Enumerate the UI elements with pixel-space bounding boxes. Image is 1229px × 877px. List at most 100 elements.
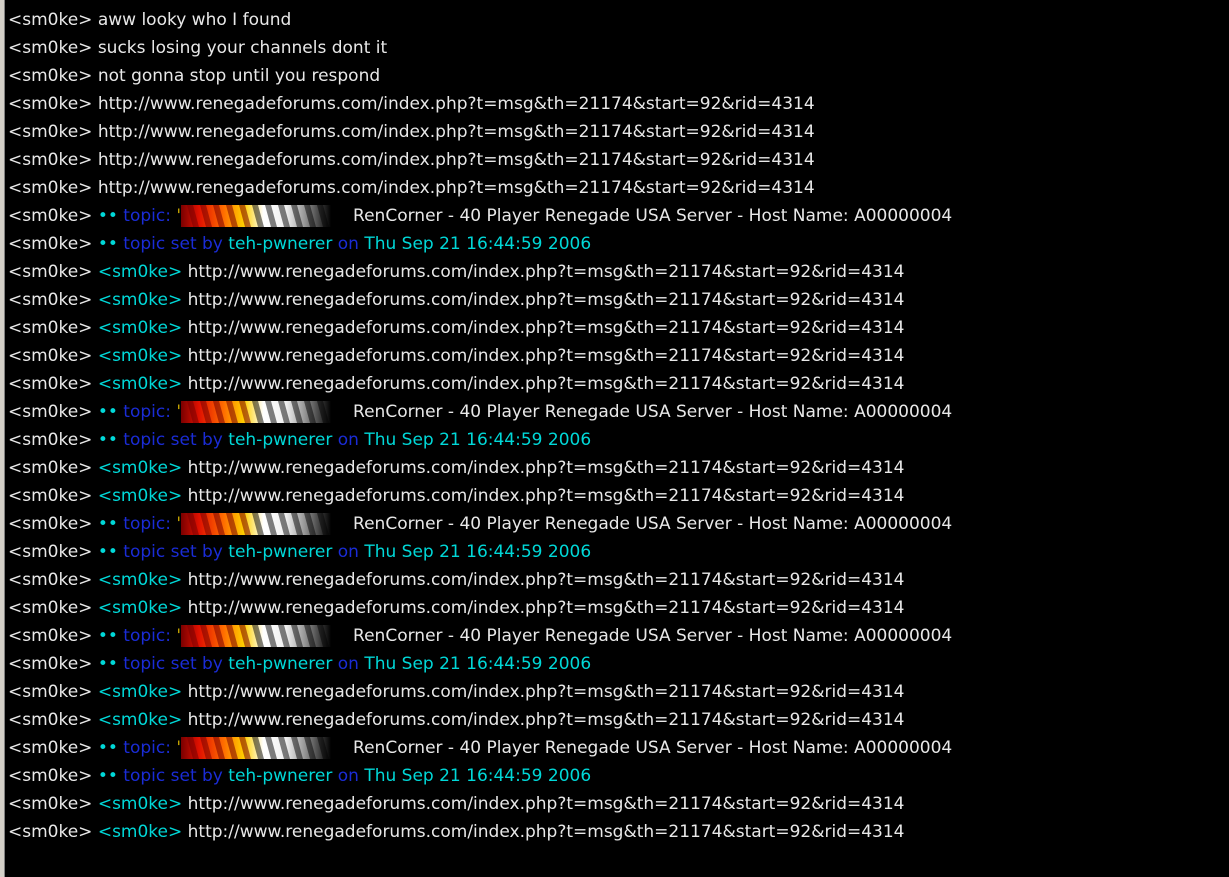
nick-label[interactable]: <sm0ke> [8,570,92,590]
chat-line: <sm0ke> <sm0ke> http://www.renegadeforum… [8,342,1229,370]
topic-set-by-keyword: topic set by [123,542,223,562]
nick-label[interactable]: <sm0ke> [8,598,92,618]
nick-label[interactable]: <sm0ke> [8,794,92,814]
message-text[interactable]: http://www.renegadeforums.com/index.php?… [98,94,815,114]
message-text[interactable]: http://www.renegadeforums.com/index.php?… [188,374,905,394]
nick-label[interactable]: <sm0ke> [8,738,92,758]
message-text[interactable]: not gonna stop until you respond [98,66,380,86]
message-text[interactable]: http://www.renegadeforums.com/index.php?… [98,178,815,198]
nick-label[interactable]: <sm0ke> [8,66,92,86]
nick-label[interactable]: <sm0ke> [8,318,92,338]
nick-label[interactable]: <sm0ke> [8,290,92,310]
message-text[interactable]: http://www.renegadeforums.com/index.php?… [188,794,905,814]
topic-date: Thu Sep 21 16:44:59 2006 [364,542,592,562]
quoted-nick-label[interactable]: <sm0ke> [98,794,182,814]
message-text[interactable]: http://www.renegadeforums.com/index.php?… [188,486,905,506]
bullet-icon: •• [97,402,118,422]
quoted-nick-label[interactable]: <sm0ke> [98,710,182,730]
bullet-icon: •• [97,766,118,786]
chat-line: <sm0ke> •• topic: ' RenCorner - 40 Player… [8,622,1229,650]
message-text[interactable]: http://www.renegadeforums.com/index.php?… [188,262,905,282]
chat-line: <sm0ke> not gonna stop until you respond [8,62,1229,90]
chat-window: <sm0ke> aww looky who I found <sm0ke> suc… [0,0,1229,877]
quoted-nick-label[interactable]: <sm0ke> [98,570,182,590]
nick-label[interactable]: <sm0ke> [8,514,92,534]
message-text[interactable]: http://www.renegadeforums.com/index.php?… [188,598,905,618]
chat-line: <sm0ke> •• topic: ' RenCorner - 40 Player… [8,202,1229,230]
message-text[interactable]: http://www.renegadeforums.com/index.php?… [188,290,905,310]
topic-text: RenCorner - 40 Player Renegade USA Serve… [353,206,953,226]
nick-label[interactable]: <sm0ke> [8,486,92,506]
chat-line: <sm0ke> <sm0ke> http://www.renegadeforum… [8,454,1229,482]
quoted-nick-label[interactable]: <sm0ke> [98,486,182,506]
nick-label[interactable]: <sm0ke> [8,10,92,30]
quoted-nick-label[interactable]: <sm0ke> [98,346,182,366]
topic-keyword: topic: [123,206,171,226]
nick-label[interactable]: <sm0ke> [8,822,92,842]
chat-line: <sm0ke> http://www.renegadeforums.com/in… [8,118,1229,146]
nick-label[interactable]: <sm0ke> [8,150,92,170]
topic-banner-image [181,401,332,423]
bullet-icon: •• [97,206,118,226]
nick-label[interactable]: <sm0ke> [8,458,92,478]
topic-setter-nick[interactable]: teh-pwnerer [228,542,332,562]
bullet-icon: •• [97,430,118,450]
message-text[interactable]: http://www.renegadeforums.com/index.php?… [188,346,905,366]
chat-line: <sm0ke> <sm0ke> http://www.renegadeforum… [8,314,1229,342]
topic-set-by-keyword: topic set by [123,234,223,254]
on-keyword: on [337,766,359,786]
message-text[interactable]: http://www.renegadeforums.com/index.php?… [188,318,905,338]
nick-label[interactable]: <sm0ke> [8,178,92,198]
topic-setter-nick[interactable]: teh-pwnerer [228,766,332,786]
quoted-nick-label[interactable]: <sm0ke> [98,374,182,394]
topic-banner-image [181,625,332,647]
nick-label[interactable]: <sm0ke> [8,94,92,114]
quoted-nick-label[interactable]: <sm0ke> [98,598,182,618]
topic-set-by-keyword: topic set by [123,654,223,674]
message-text[interactable]: http://www.renegadeforums.com/index.php?… [98,150,815,170]
nick-label[interactable]: <sm0ke> [8,234,92,254]
nick-label[interactable]: <sm0ke> [8,346,92,366]
message-text[interactable]: http://www.renegadeforums.com/index.php?… [188,682,905,702]
nick-label[interactable]: <sm0ke> [8,430,92,450]
nick-label[interactable]: <sm0ke> [8,38,92,58]
quoted-nick-label[interactable]: <sm0ke> [98,290,182,310]
topic-banner-image [181,737,332,759]
topic-date: Thu Sep 21 16:44:59 2006 [364,766,592,786]
nick-label[interactable]: <sm0ke> [8,206,92,226]
chat-log[interactable]: <sm0ke> aww looky who I found <sm0ke> suc… [8,6,1229,846]
chat-line: <sm0ke> <sm0ke> http://www.renegadeforum… [8,790,1229,818]
message-text[interactable]: aww looky who I found [98,10,291,30]
message-text[interactable]: http://www.renegadeforums.com/index.php?… [188,822,905,842]
message-text[interactable]: http://www.renegadeforums.com/index.php?… [98,122,815,142]
nick-label[interactable]: <sm0ke> [8,262,92,282]
quoted-nick-label[interactable]: <sm0ke> [98,318,182,338]
topic-date: Thu Sep 21 16:44:59 2006 [364,654,592,674]
nick-label[interactable]: <sm0ke> [8,402,92,422]
quoted-nick-label[interactable]: <sm0ke> [98,262,182,282]
topic-keyword: topic: [123,514,171,534]
nick-label[interactable]: <sm0ke> [8,122,92,142]
nick-label[interactable]: <sm0ke> [8,682,92,702]
topic-setter-nick[interactable]: teh-pwnerer [228,234,332,254]
chat-line: <sm0ke> •• topic set by teh-pwnerer on T… [8,538,1229,566]
topic-setter-nick[interactable]: teh-pwnerer [228,430,332,450]
topic-keyword: topic: [123,738,171,758]
nick-label[interactable]: <sm0ke> [8,626,92,646]
topic-date: Thu Sep 21 16:44:59 2006 [364,430,592,450]
quoted-nick-label[interactable]: <sm0ke> [98,822,182,842]
message-text[interactable]: http://www.renegadeforums.com/index.php?… [188,710,905,730]
message-text[interactable]: http://www.renegadeforums.com/index.php?… [188,570,905,590]
nick-label[interactable]: <sm0ke> [8,374,92,394]
nick-label[interactable]: <sm0ke> [8,766,92,786]
chat-line: <sm0ke> <sm0ke> http://www.renegadeforum… [8,818,1229,846]
message-text[interactable]: sucks losing your channels dont it [98,38,387,58]
nick-label[interactable]: <sm0ke> [8,654,92,674]
message-text[interactable]: http://www.renegadeforums.com/index.php?… [188,458,905,478]
quoted-nick-label[interactable]: <sm0ke> [98,682,182,702]
on-keyword: on [337,430,359,450]
nick-label[interactable]: <sm0ke> [8,710,92,730]
nick-label[interactable]: <sm0ke> [8,542,92,562]
topic-setter-nick[interactable]: teh-pwnerer [228,654,332,674]
quoted-nick-label[interactable]: <sm0ke> [98,458,182,478]
